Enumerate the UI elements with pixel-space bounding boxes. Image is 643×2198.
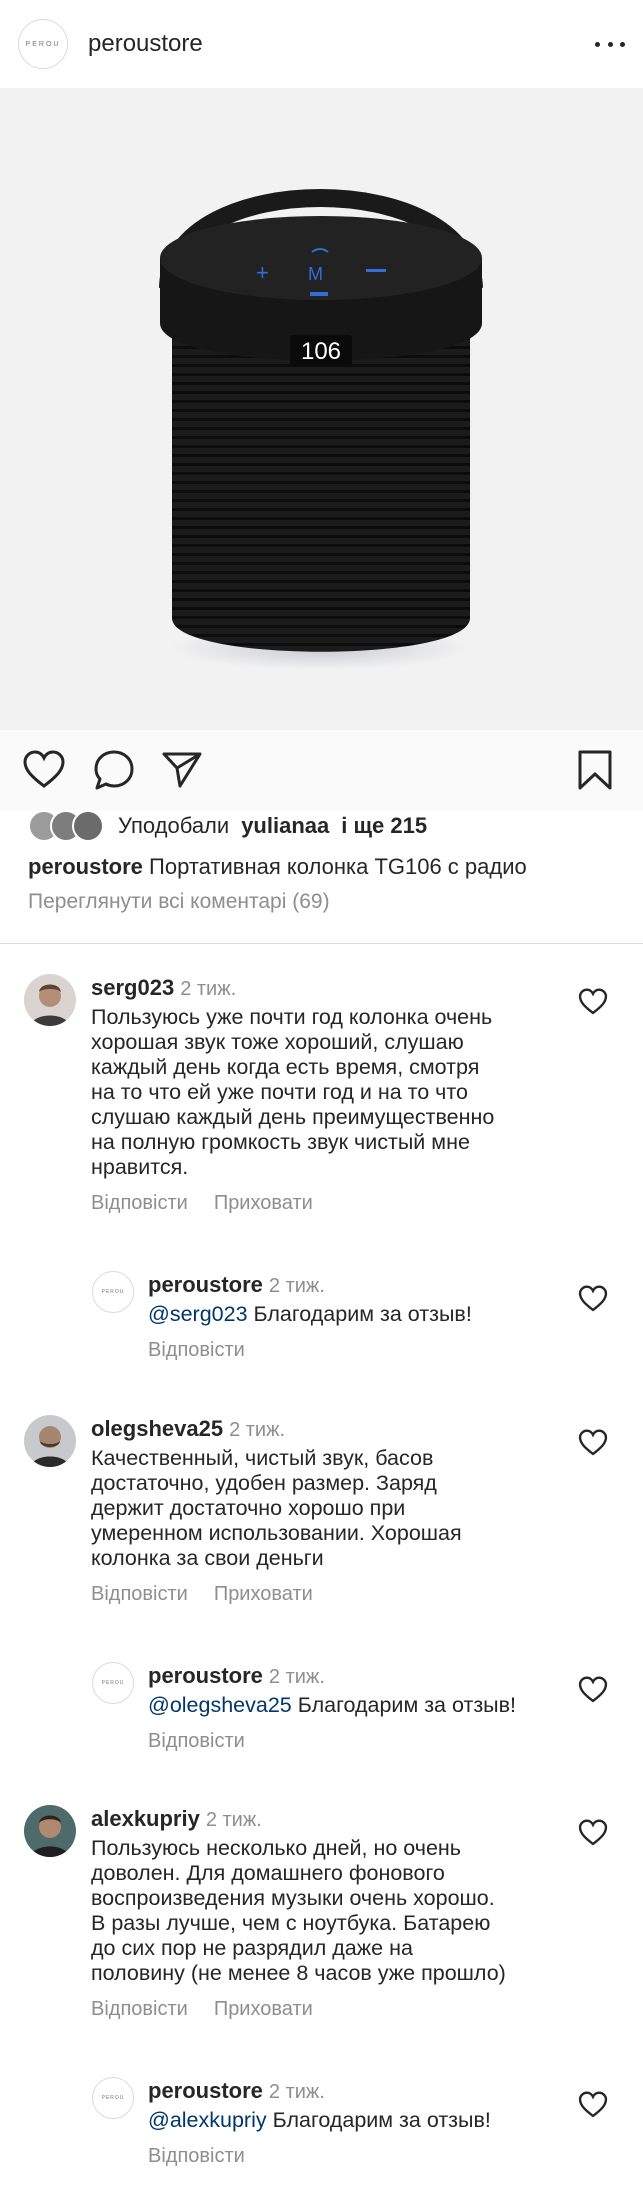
reply-username[interactable]: peroustore <box>148 2078 263 2103</box>
reply-text: @serg023 Благодарим за отзыв! <box>148 1302 472 1326</box>
comment-time: 2 тиж. <box>180 978 237 1000</box>
comment-like-heart-icon[interactable] <box>578 988 608 1016</box>
comment-text: Пользуюсь несколько дней, но очень доволе… <box>91 1836 506 1985</box>
divider <box>0 943 643 944</box>
liker-username[interactable]: yulianaa <box>241 813 329 839</box>
mention-link[interactable]: @olegsheva25 <box>148 1693 292 1717</box>
comment-username[interactable]: alexkupriy <box>91 1806 200 1831</box>
comment-username[interactable]: serg023 <box>91 975 174 1000</box>
caption-username[interactable]: peroustore <box>28 854 143 879</box>
reply-button[interactable]: Відповісти <box>148 1730 245 1752</box>
store-avatar[interactable]: PEROU <box>18 19 68 69</box>
view-all-comments-link[interactable]: Переглянути всі коментарі (69) <box>28 890 330 914</box>
speaker-display-text: 106 <box>301 338 341 365</box>
svg-text:+: + <box>256 260 269 285</box>
reply-button[interactable]: Відповісти <box>148 2145 245 2167</box>
share-paper-plane-icon[interactable] <box>160 748 204 792</box>
comment-time: 2 тиж. <box>205 1809 262 1831</box>
like-heart-icon[interactable] <box>22 748 66 792</box>
header-username[interactable]: peroustore <box>88 30 595 58</box>
action-bar <box>0 730 643 810</box>
comment-like-heart-icon[interactable] <box>578 1285 608 1313</box>
store-avatar-small[interactable]: PEROU <box>92 1662 134 1704</box>
comment-like-heart-icon[interactable] <box>578 1429 608 1457</box>
hide-button[interactable]: Приховати <box>214 1998 313 2020</box>
store-avatar-small[interactable]: PEROU <box>92 2077 134 2119</box>
likes-count[interactable]: і ще 215 <box>341 813 427 839</box>
reply-username[interactable]: peroustore <box>148 1663 263 1688</box>
reply-text: @olegsheva25 Благодарим за отзыв! <box>148 1693 517 1717</box>
comment-like-heart-icon[interactable] <box>578 1819 608 1847</box>
reply-button[interactable]: Відповісти <box>91 1583 188 1605</box>
hide-button[interactable]: Приховати <box>214 1583 313 1605</box>
bookmark-icon[interactable] <box>576 748 614 792</box>
logo-text: PEROU <box>25 40 61 48</box>
svg-text:M: M <box>308 264 323 284</box>
likes-prefix: Уподобали <box>118 813 230 838</box>
liker-avatar <box>72 810 104 842</box>
comment-text: Пользуюсь уже почти год колонка очень хор… <box>91 1005 495 1179</box>
comment-like-heart-icon[interactable] <box>578 2091 608 2119</box>
liker-avatars[interactable] <box>28 810 114 842</box>
comment-time: 2 тиж. <box>229 1419 286 1441</box>
comment-bubble-icon[interactable] <box>92 748 136 792</box>
reply-button[interactable]: Відповісти <box>91 1998 188 2020</box>
comment-username[interactable]: olegsheva25 <box>91 1416 223 1441</box>
store-avatar-small[interactable]: PEROU <box>92 1271 134 1313</box>
reply-text: @alexkupriy Благодарим за отзыв! <box>148 2108 491 2132</box>
comment-text: Качественный, чистый звук, басов достаточ… <box>91 1446 462 1570</box>
more-options-icon[interactable] <box>595 34 625 54</box>
caption-text: Портативная колонка TG106 с радио <box>149 854 527 879</box>
likes-row: Уподобали yulianaa і ще 215 <box>28 808 427 844</box>
mention-link[interactable]: @alexkupriy <box>148 2108 267 2132</box>
post-caption: peroustore Портативная колонка TG106 с р… <box>28 854 527 880</box>
mention-link[interactable]: @serg023 <box>148 1302 248 1326</box>
post-image[interactable]: + M 106 <box>0 88 643 730</box>
reply-button[interactable]: Відповісти <box>91 1192 188 1214</box>
commenter-avatar[interactable] <box>24 1415 76 1467</box>
reply-button[interactable]: Відповісти <box>148 1339 245 1361</box>
commenter-avatar[interactable] <box>24 1805 76 1857</box>
commenter-avatar[interactable] <box>24 974 76 1026</box>
reply-username[interactable]: peroustore <box>148 1272 263 1297</box>
post-header: PEROU peroustore <box>0 0 643 88</box>
hide-button[interactable]: Приховати <box>214 1192 313 1214</box>
speaker-image: + M 106 <box>159 189 483 670</box>
comment-like-heart-icon[interactable] <box>578 1676 608 1704</box>
